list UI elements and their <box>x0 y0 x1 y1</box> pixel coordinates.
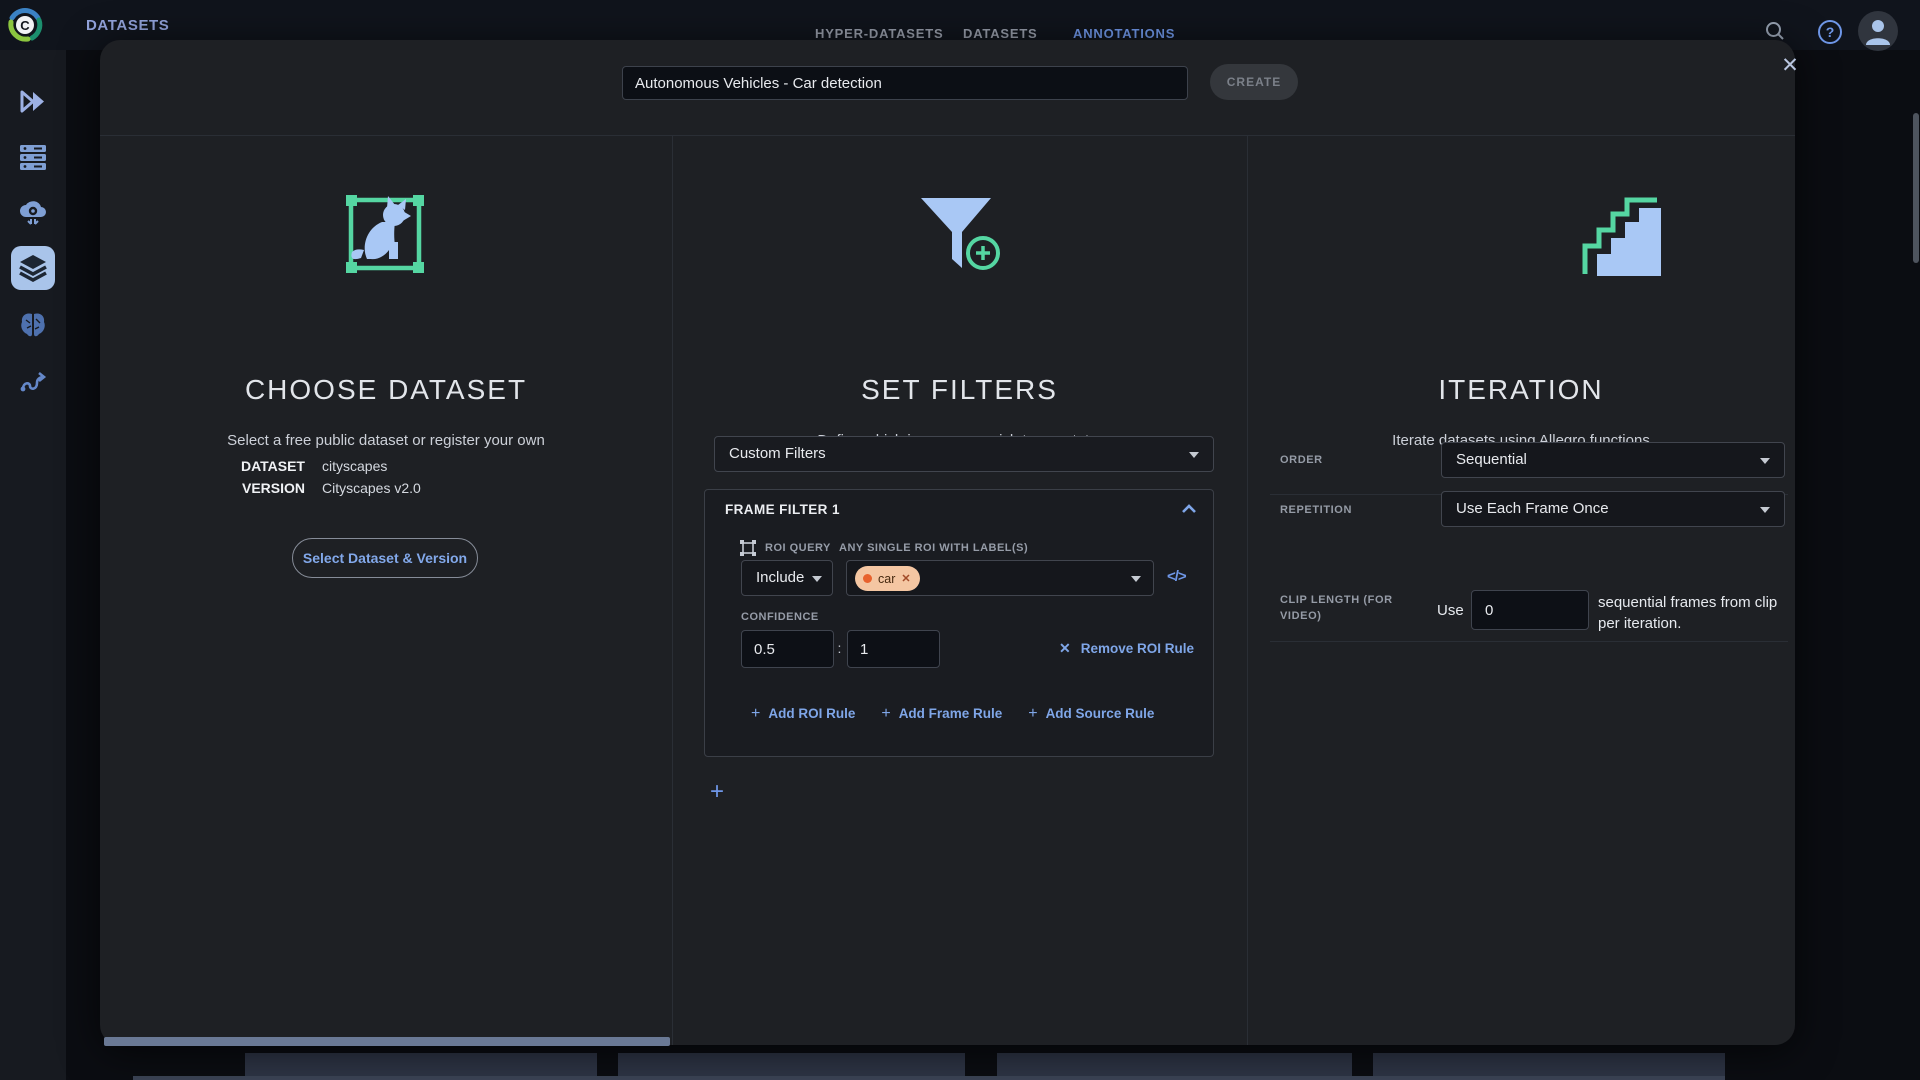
clip-length-label-line1: CLIP LENGTH (FOR <box>1280 592 1430 608</box>
iteration-stairs-icon <box>1575 188 1671 284</box>
caret-down-icon <box>1131 576 1141 582</box>
label-chip-text: car <box>878 572 895 586</box>
repetition-label: REPETITION <box>1280 504 1352 516</box>
plus-icon: + <box>751 705 760 722</box>
chevron-up-icon[interactable] <box>1181 504 1197 514</box>
repetition-value: Use Each Frame Once <box>1456 500 1609 517</box>
background-row-strip <box>133 1076 1725 1080</box>
roi-include-value: Include <box>756 569 804 586</box>
vertical-scrollbar-thumb[interactable] <box>1913 113 1919 263</box>
plus-icon: + <box>881 705 890 722</box>
frame-filter-title: FRAME FILTER 1 <box>725 502 840 517</box>
roi-include-select[interactable]: Include <box>741 560 833 596</box>
caret-down-icon <box>812 576 822 582</box>
annotation-task-create-screen: C DATASETS HYPER-DATASETS DATASETS ANNOT… <box>0 0 1920 1080</box>
frame-filter-panel: FRAME FILTER 1 ROI QUERY ANY SINGLE ROI … <box>704 489 1214 757</box>
sidebar-item-datasets[interactable] <box>11 246 55 290</box>
add-roi-rule-button[interactable]: + Add ROI Rule <box>751 705 855 723</box>
add-source-rule-button[interactable]: + Add Source Rule <box>1028 705 1154 723</box>
tab-hyper-datasets[interactable]: HYPER-DATASETS <box>815 26 943 41</box>
add-source-rule-label: Add Source Rule <box>1046 706 1155 721</box>
dataset-label: DATASET <box>100 458 305 474</box>
roi-query-label: ROI QUERY <box>765 542 831 554</box>
column-divider <box>672 135 673 1045</box>
version-label: VERSION <box>100 480 305 496</box>
label-chip-car[interactable]: car ✕ <box>855 566 920 591</box>
add-frame-rule-label: Add Frame Rule <box>899 706 1003 721</box>
add-frame-filter-button[interactable]: + <box>710 778 724 806</box>
roi-bbox-icon <box>739 539 757 557</box>
caret-down-icon <box>1760 507 1770 513</box>
roi-labels-select[interactable]: car ✕ <box>846 560 1154 596</box>
collapse-chevrons-icon[interactable] <box>20 89 47 114</box>
horizontal-scrollbar-thumb[interactable] <box>104 1037 670 1046</box>
filter-funnel-add-icon <box>913 192 1005 280</box>
brain-icon[interactable] <box>19 311 47 339</box>
page-title: DATASETS <box>86 17 169 34</box>
add-frame-rule-button[interactable]: + Add Frame Rule <box>881 705 1002 723</box>
dataset-bounding-box-dog-icon <box>337 186 433 282</box>
tab-datasets[interactable]: DATASETS <box>963 26 1038 41</box>
order-label: ORDER <box>1280 454 1323 466</box>
use-label: Use <box>1437 602 1464 619</box>
order-select[interactable]: Sequential <box>1441 442 1785 478</box>
clip-length-input[interactable] <box>1471 590 1589 630</box>
cloud-autoscale-icon[interactable] <box>18 199 48 228</box>
remove-x-icon: ✕ <box>1059 640 1071 656</box>
filter-preset-select[interactable]: Custom Filters <box>714 436 1214 472</box>
confidence-separator: : <box>838 640 842 656</box>
dataset-value: cityscapes <box>322 458 387 474</box>
repetition-select[interactable]: Use Each Frame Once <box>1441 491 1785 527</box>
confidence-max-input[interactable] <box>847 630 940 668</box>
roi-labels-caption: ANY SINGLE ROI WITH LABEL(S) <box>839 542 1028 554</box>
avatar[interactable] <box>1858 11 1898 51</box>
clip-suffix-line2: per iteration. <box>1598 613 1808 634</box>
iteration-heading: ITERATION <box>1247 374 1795 406</box>
clearml-logo-icon[interactable]: C <box>6 6 44 44</box>
confidence-label: CONFIDENCE <box>741 611 819 623</box>
caret-down-icon <box>1760 458 1770 464</box>
create-annotation-task-modal: CREATE ✕ CHOOSE DATASET Select a free pu… <box>100 40 1795 1045</box>
chip-remove-icon[interactable]: ✕ <box>901 572 910 585</box>
tab-annotations[interactable]: ANNOTATIONS <box>1073 26 1175 41</box>
set-filters-heading: SET FILTERS <box>672 374 1247 406</box>
plus-icon: + <box>1028 705 1037 722</box>
iteration-divider <box>1270 641 1788 642</box>
svg-text:C: C <box>20 18 30 33</box>
remove-roi-rule-label: Remove ROI Rule <box>1081 641 1194 656</box>
remove-roi-rule-button[interactable]: ✕ Remove ROI Rule <box>1059 640 1194 657</box>
pipelines-route-icon[interactable] <box>19 367 47 395</box>
clip-length-label-line2: VIDEO) <box>1280 608 1430 624</box>
clip-suffix-line1: sequential frames from clip <box>1598 592 1808 613</box>
search-icon[interactable] <box>1764 20 1786 42</box>
create-button[interactable]: CREATE <box>1210 64 1298 100</box>
order-value: Sequential <box>1456 451 1527 468</box>
version-value: Cityscapes v2.0 <box>322 480 421 496</box>
close-icon[interactable]: ✕ <box>1772 48 1808 84</box>
filter-preset-value: Custom Filters <box>729 445 826 462</box>
add-roi-rule-label: Add ROI Rule <box>768 706 855 721</box>
column-divider <box>1247 135 1248 1045</box>
layers-icon <box>18 254 48 282</box>
choose-dataset-heading: CHOOSE DATASET <box>100 374 672 406</box>
header-divider <box>100 135 1795 136</box>
confidence-min-input[interactable] <box>741 630 834 668</box>
add-rule-row: + Add ROI Rule + Add Frame Rule + Add Sourc… <box>751 705 1154 723</box>
label-color-dot <box>863 574 872 583</box>
select-dataset-version-button[interactable]: Select Dataset & Version <box>292 538 478 578</box>
user-icon <box>1858 11 1898 51</box>
clip-length-label: CLIP LENGTH (FOR VIDEO) <box>1280 592 1430 624</box>
queues-servers-icon[interactable] <box>19 144 47 171</box>
code-editor-icon[interactable]: </> <box>1167 568 1186 585</box>
choose-dataset-subtitle: Select a free public dataset or register… <box>100 432 672 449</box>
help-icon[interactable]: ? <box>1818 20 1842 44</box>
task-name-input[interactable] <box>622 66 1188 100</box>
caret-down-icon <box>1189 452 1199 458</box>
clip-length-suffix: sequential frames from clip per iteratio… <box>1598 592 1808 634</box>
